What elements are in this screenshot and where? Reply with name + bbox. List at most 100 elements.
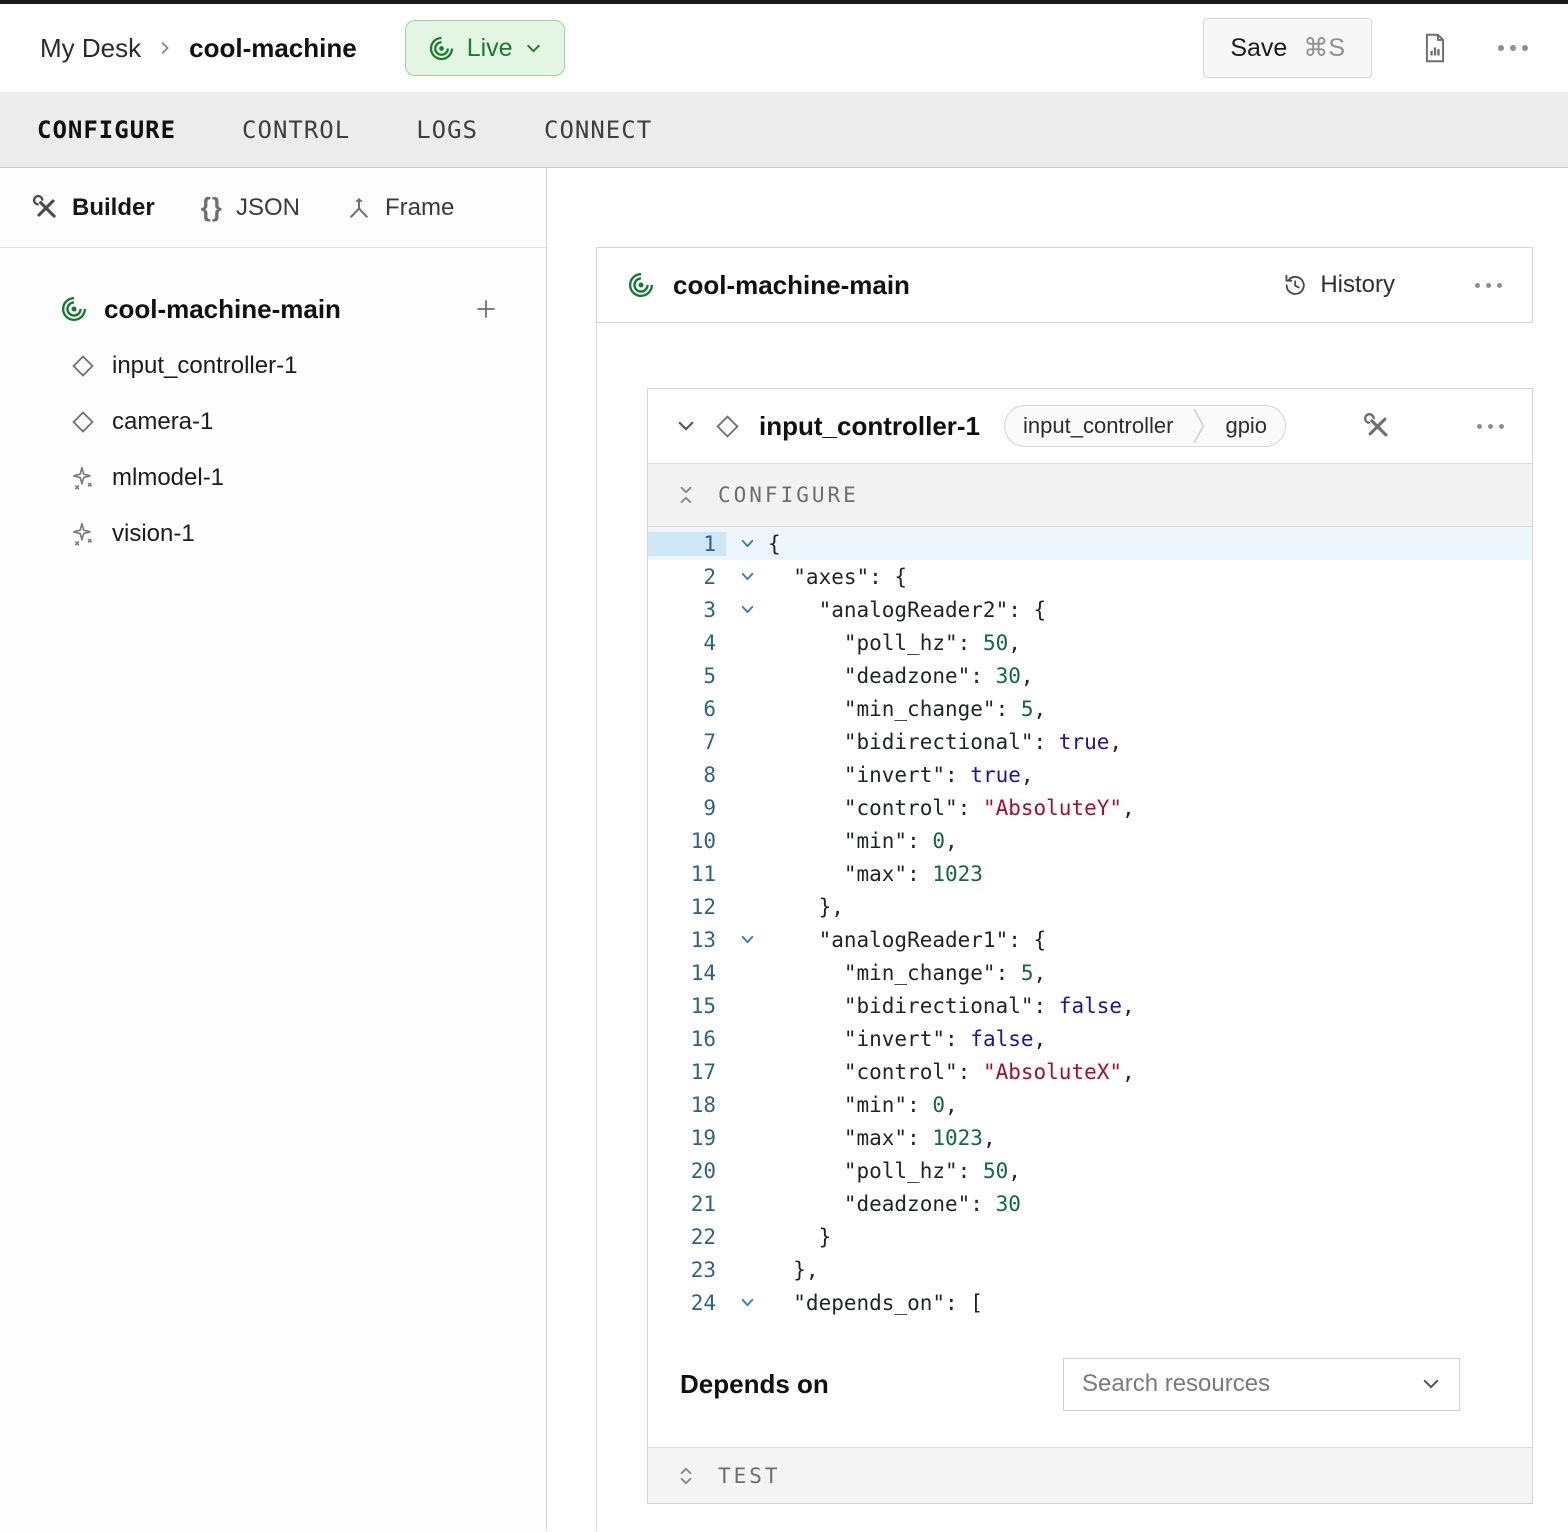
resource-menu-button[interactable] [1443,424,1504,429]
mode-frame[interactable]: Frame [346,194,454,222]
resource-tools-button[interactable] [1364,413,1391,440]
code-text: "invert": true, [844,763,1034,787]
fold-toggle[interactable] [726,1294,768,1311]
mode-json[interactable]: {} JSON [201,192,300,223]
history-clock-icon [1282,272,1308,298]
top-bar: My Desk cool-machine Live Save ⌘S [0,4,1568,92]
line-number: 13 [648,928,726,952]
resource-card-input-controller: input_controller-1 input_controller gpio [647,388,1533,1504]
configure-section-toggle[interactable]: CONFIGURE [648,463,1532,527]
resource-select-placeholder: Search resources [1082,1370,1270,1398]
live-status-dropdown[interactable]: Live [405,20,565,76]
tab-connect[interactable]: CONNECT [544,116,652,144]
top-bar-actions: Save ⌘S [1203,18,1528,78]
code-line[interactable]: 14"min_change": 5, [648,956,1532,989]
line-number: 2 [648,565,726,589]
code-text: "analogReader2": { [819,598,1047,622]
code-line[interactable]: 11"max": 1023 [648,857,1532,890]
service-sparkle-icon [70,465,96,491]
code-line[interactable]: 18"min": 0, [648,1088,1532,1121]
code-line[interactable]: 2 "axes": { [648,560,1532,593]
code-text: "max": 1023 [844,862,983,886]
plus-icon [474,297,498,321]
save-shortcut: ⌘S [1303,33,1345,63]
code-line[interactable]: 15"bidirectional": false, [648,989,1532,1022]
resource-card-header: input_controller-1 input_controller gpio [648,389,1532,463]
add-component-button[interactable] [474,297,498,321]
line-number: 9 [648,796,726,820]
test-section-toggle[interactable]: TEST [648,1447,1532,1503]
code-line[interactable]: 21"deadzone": 30 [648,1187,1532,1220]
breadcrumb-current: cool-machine [189,33,357,64]
fold-toggle[interactable] [726,931,768,948]
line-number: 7 [648,730,726,754]
code-line[interactable]: 17"control": "AbsoluteX", [648,1055,1532,1088]
code-text: "invert": false, [844,1027,1046,1051]
history-button[interactable]: History [1282,271,1395,299]
part-thread-line [596,323,597,1531]
code-editor[interactable]: 1 {2 "axes": {3 "analogReader2": {4"poll… [648,527,1532,1321]
chevron-right-icon [157,40,173,56]
code-line[interactable]: 20"poll_hz": 50, [648,1154,1532,1187]
save-button[interactable]: Save ⌘S [1203,18,1372,78]
component-diamond-icon [70,409,96,435]
code-line[interactable]: 24 "depends_on": [ [648,1286,1532,1319]
fold-chevron-icon [739,535,756,552]
machine-menu-button[interactable] [1498,45,1528,51]
code-line[interactable]: 19"max": 1023, [648,1121,1532,1154]
tree-item-label: camera-1 [112,408,213,436]
depends-resource-select[interactable]: Search resources [1063,1358,1460,1411]
tree-item-mlmodel[interactable]: mlmodel-1 [0,450,546,506]
collapse-card-button[interactable] [676,416,696,436]
line-number: 1 [648,532,726,556]
code-text: "axes": { [793,565,907,589]
code-line[interactable]: 12}, [648,890,1532,923]
code-text: }, [793,1258,818,1282]
fold-toggle[interactable] [726,535,768,552]
line-number: 15 [648,994,726,1018]
tree-item-label: mlmodel-1 [112,464,224,492]
tree-item-vision[interactable]: vision-1 [0,506,546,562]
code-line[interactable]: 22} [648,1220,1532,1253]
line-number: 16 [648,1027,726,1051]
tree-item-camera[interactable]: camera-1 [0,394,546,450]
code-text: "min_change": 5, [844,697,1046,721]
code-line[interactable]: 9"control": "AbsoluteY", [648,791,1532,824]
resource-model-label: gpio [1207,413,1285,439]
tree-item-label: input_controller-1 [112,352,297,380]
tree-root-label: cool-machine-main [104,294,341,325]
code-text: "min": 0, [844,829,958,853]
tab-control[interactable]: CONTROL [242,116,350,144]
machine-card-menu-button[interactable] [1435,283,1502,288]
code-line[interactable]: 3 "analogReader2": { [648,593,1532,626]
expand-vertical-icon [677,1466,695,1486]
code-line[interactable]: 8"invert": true, [648,758,1532,791]
line-number: 20 [648,1159,726,1183]
line-number: 21 [648,1192,726,1216]
machine-report-button[interactable] [1422,33,1448,63]
mode-builder[interactable]: Builder [33,194,155,222]
code-line[interactable]: 16 "invert": false, [648,1022,1532,1055]
code-line[interactable]: 5"deadzone": 30, [648,659,1532,692]
tree-root-part[interactable]: cool-machine-main [0,280,546,338]
code-line[interactable]: 10 "min": 0, [648,824,1532,857]
code-line[interactable]: 4"poll_hz": 50, [648,626,1532,659]
test-section-label: TEST [718,1464,781,1488]
live-broadcast-icon [428,35,455,62]
code-line[interactable]: 7"bidirectional": true, [648,725,1532,758]
code-text: "control": "AbsoluteX", [844,1060,1135,1084]
code-line[interactable]: 13 "analogReader1": { [648,923,1532,956]
code-line[interactable]: 6"min_change": 5, [648,692,1532,725]
depends-on-section: Depends on Search resources [648,1321,1532,1447]
tab-logs[interactable]: LOGS [416,116,478,144]
tools-icon [33,195,59,221]
fold-toggle[interactable] [726,568,768,585]
line-number: 10 [648,829,726,853]
code-line[interactable]: 23}, [648,1253,1532,1286]
code-line[interactable]: 1 { [648,527,1532,560]
tree-item-input-controller[interactable]: input_controller-1 [0,338,546,394]
breadcrumb-root-link[interactable]: My Desk [40,33,141,64]
tab-configure[interactable]: CONFIGURE [37,116,176,144]
frame-axes-icon [346,195,372,221]
fold-toggle[interactable] [726,601,768,618]
